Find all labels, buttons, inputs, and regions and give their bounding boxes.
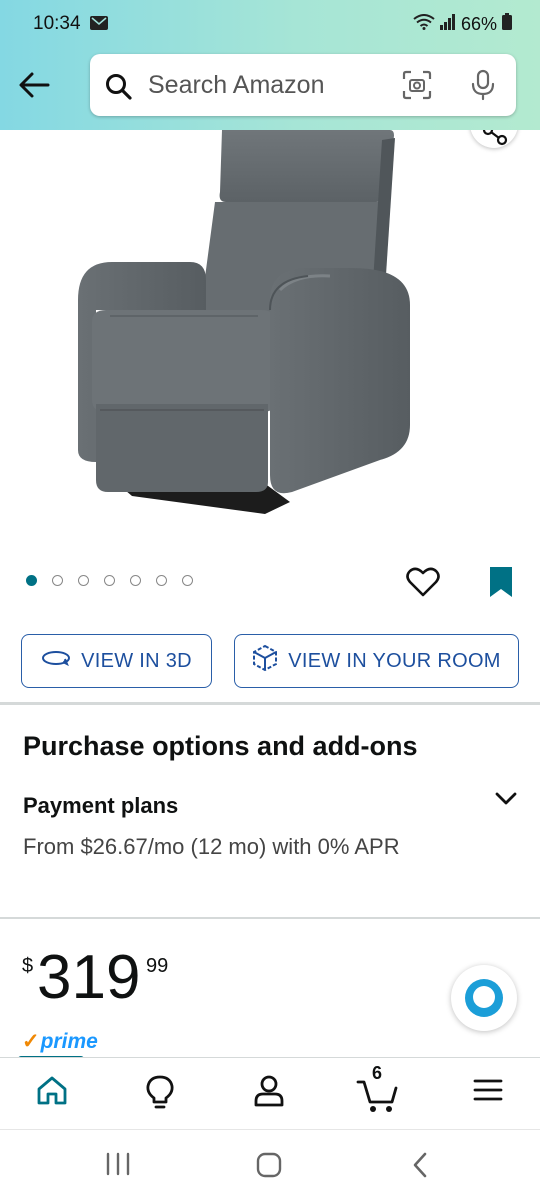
price-fraction: 99	[146, 955, 169, 977]
search-input[interactable]: Search Amazon	[148, 71, 325, 100]
chevron-down-icon[interactable]	[494, 790, 518, 813]
system-navigation-bar	[0, 1129, 540, 1201]
cart-icon[interactable]	[356, 1078, 400, 1119]
bookmark-icon[interactable]	[488, 565, 514, 604]
search-bar[interactable]: Search Amazon	[90, 54, 516, 116]
heart-icon[interactable]	[406, 566, 440, 603]
cart-count-badge: 6	[372, 1063, 383, 1083]
carousel-dot[interactable]	[156, 575, 167, 586]
carousel-dot[interactable]	[104, 575, 115, 586]
alexa-button[interactable]	[451, 965, 517, 1031]
carousel-dot[interactable]	[182, 575, 193, 586]
menu-icon[interactable]	[472, 1074, 504, 1111]
status-time: 10:34	[33, 13, 81, 34]
battery-icon	[502, 13, 512, 35]
status-bar: 10:34 66%	[0, 0, 540, 50]
view-in-your-room-label: VIEW IN YOUR ROOM	[288, 649, 501, 672]
payment-plans-description: From $26.67/mo (12 mo) with 0% APR	[23, 834, 400, 859]
camera-scan-icon[interactable]	[402, 70, 432, 105]
wifi-icon	[413, 13, 435, 35]
payment-plans-title[interactable]: Payment plans	[23, 793, 178, 819]
prime-check-icon: ✓	[22, 1030, 40, 1053]
view-in-your-room-button[interactable]: VIEW IN YOUR ROOM	[234, 634, 519, 688]
home-icon[interactable]	[36, 1074, 68, 1111]
search-icon	[105, 73, 133, 106]
view-in-3d-label: VIEW IN 3D	[81, 649, 192, 672]
divider	[0, 917, 540, 919]
ar-cube-icon	[252, 644, 278, 678]
signal-icon	[439, 13, 456, 35]
back-arrow-icon[interactable]	[18, 70, 50, 100]
recent-apps-icon[interactable]	[104, 1152, 132, 1181]
product-image[interactable]	[0, 130, 540, 555]
lightbulb-icon[interactable]	[144, 1074, 176, 1115]
prime-badge: ✓prime	[22, 1029, 98, 1054]
carousel-dot[interactable]	[52, 575, 63, 586]
price-whole: 319	[37, 943, 141, 1012]
carousel-dot[interactable]	[130, 575, 141, 586]
rotate-3d-icon	[41, 648, 71, 674]
alexa-icon	[465, 979, 503, 1017]
system-back-icon[interactable]	[410, 1151, 430, 1184]
home-button-icon[interactable]	[256, 1152, 282, 1183]
image-carousel-dots[interactable]	[26, 575, 193, 586]
top-header: 10:34 66% Search Amazon	[0, 0, 540, 130]
carousel-dot[interactable]	[26, 575, 37, 586]
prime-label: prime	[40, 1030, 98, 1053]
carousel-dot[interactable]	[78, 575, 89, 586]
view-in-3d-button[interactable]: VIEW IN 3D	[21, 634, 212, 688]
purchase-options-title: Purchase options and add-ons	[23, 731, 418, 761]
price-currency: $	[22, 955, 34, 977]
bottom-navigation: 6	[0, 1057, 540, 1130]
mail-icon	[90, 16, 108, 35]
share-button[interactable]	[470, 130, 518, 148]
status-right: 66%	[413, 13, 512, 35]
account-icon[interactable]	[253, 1074, 285, 1113]
microphone-icon[interactable]	[470, 69, 496, 106]
battery-percent: 66%	[460, 13, 497, 34]
share-icon	[482, 130, 508, 146]
divider	[0, 702, 540, 705]
